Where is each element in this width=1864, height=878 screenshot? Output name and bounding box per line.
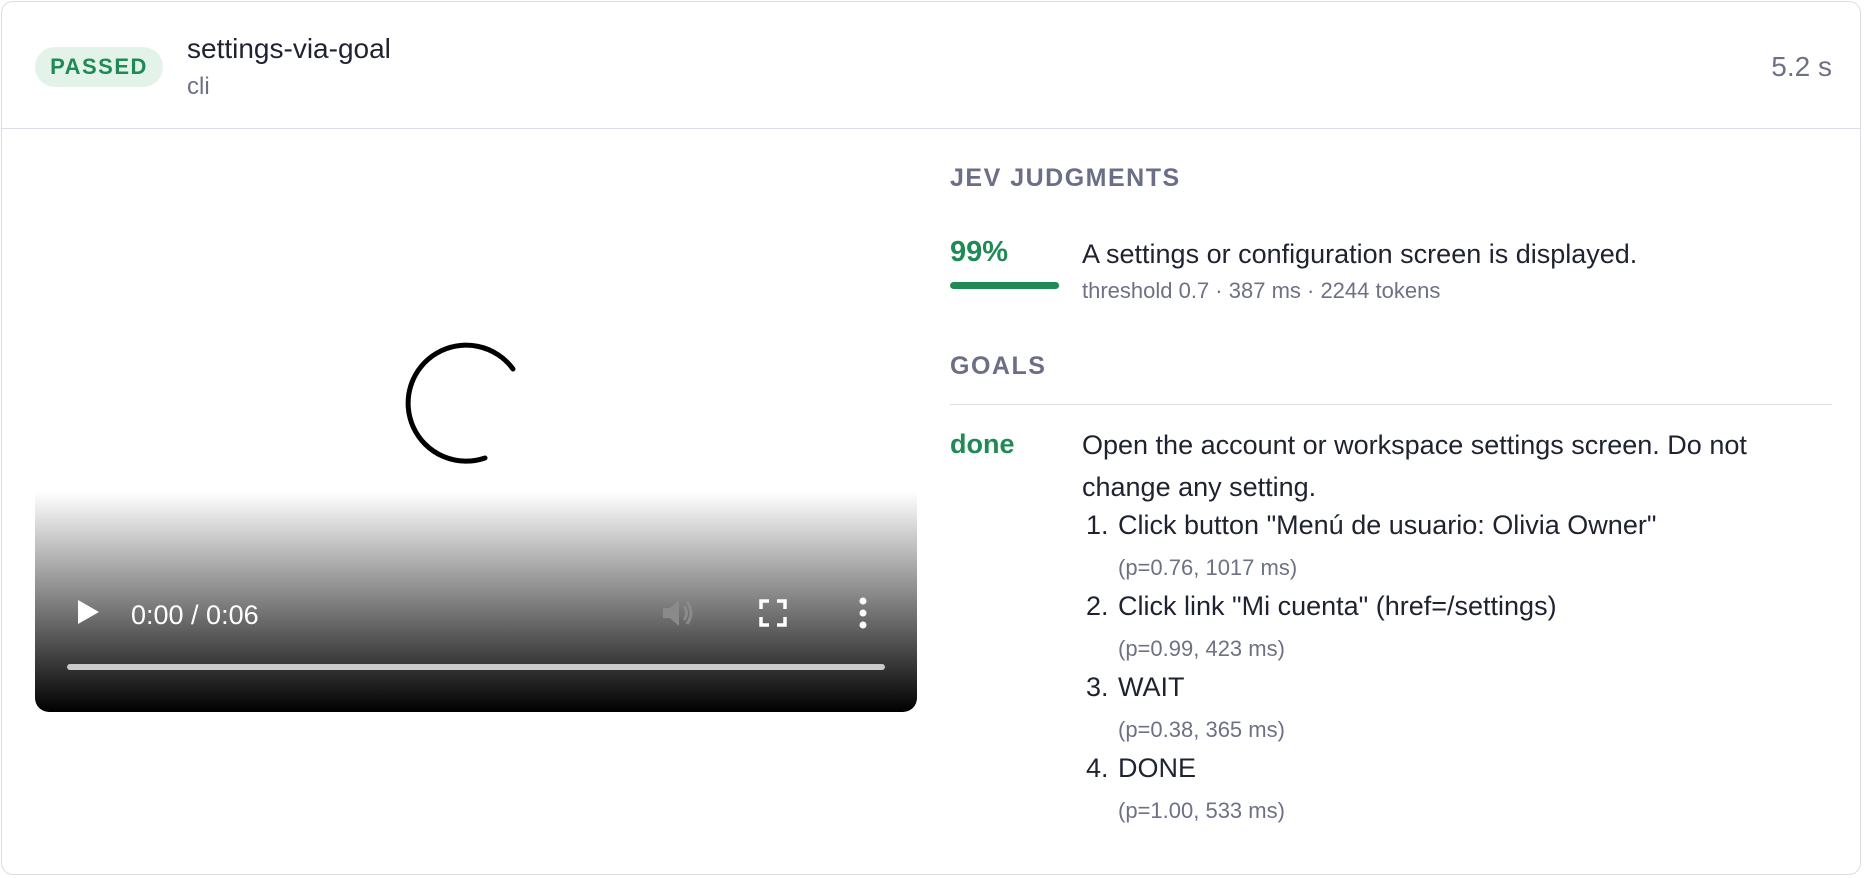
status-badge: PASSED	[35, 47, 163, 87]
loading-spinner-icon	[405, 342, 516, 464]
judgment-score: 99%	[950, 236, 1009, 268]
test-runner: cli	[187, 73, 210, 100]
test-name: settings-via-goal	[187, 33, 391, 64]
goal-step: 4. DONE (p=1.00, 533 ms)	[1082, 753, 1842, 834]
goals-heading: GOALS	[950, 352, 1047, 380]
step-number: 3.	[1086, 672, 1109, 702]
step-number: 1.	[1086, 510, 1109, 540]
step-meta: (p=1.00, 533 ms)	[1118, 798, 1285, 823]
volume-muted-icon[interactable]	[660, 596, 696, 630]
judgment-score-bar-fill	[950, 282, 1059, 289]
step-number: 4.	[1086, 753, 1109, 783]
step-action: Click button "Menú de usuario: Olivia Ow…	[1118, 510, 1657, 540]
judgment-meta: threshold 0.7 · 387 ms · 2244 tokens	[1082, 278, 1441, 303]
goal-step: 2. Click link "Mi cuenta" (href=/setting…	[1082, 591, 1842, 672]
result-header: PASSED settings-via-goal cli 5.2 s	[2, 2, 1860, 129]
step-action: DONE	[1118, 753, 1197, 783]
step-action: WAIT	[1118, 672, 1185, 702]
more-options-icon[interactable]	[858, 596, 868, 630]
test-duration: 5.2 s	[1771, 51, 1832, 82]
recording-video-player[interactable]: 0:00 / 0:06	[35, 159, 917, 712]
judgment-score-bar	[950, 282, 1060, 289]
video-progress-bar[interactable]	[67, 664, 885, 670]
fullscreen-icon[interactable]	[759, 599, 787, 627]
step-meta: (p=0.76, 1017 ms)	[1118, 555, 1298, 580]
step-number: 2.	[1086, 591, 1109, 621]
play-icon[interactable]	[73, 597, 103, 627]
step-meta: (p=0.38, 365 ms)	[1118, 717, 1285, 742]
step-meta: (p=0.99, 423 ms)	[1118, 636, 1285, 661]
video-time-display: 0:00 / 0:06	[131, 600, 259, 630]
goal-description: Open the account or workspace settings s…	[1082, 430, 1747, 502]
test-result-card: PASSED settings-via-goal cli 5.2 s 0:00 …	[1, 1, 1861, 875]
step-action: Click link "Mi cuenta" (href=/settings)	[1118, 591, 1557, 621]
judgments-heading: JEV JUDGMENTS	[950, 164, 1181, 192]
judgment-text: A settings or configuration screen is di…	[1082, 239, 1638, 269]
goal-status: done	[950, 429, 1015, 459]
goal-step: 1. Click button "Menú de usuario: Olivia…	[1082, 510, 1842, 591]
goals-divider	[950, 404, 1832, 405]
goal-steps-list: 1. Click button "Menú de usuario: Olivia…	[1082, 510, 1842, 834]
goal-step: 3. WAIT (p=0.38, 365 ms)	[1082, 672, 1842, 753]
